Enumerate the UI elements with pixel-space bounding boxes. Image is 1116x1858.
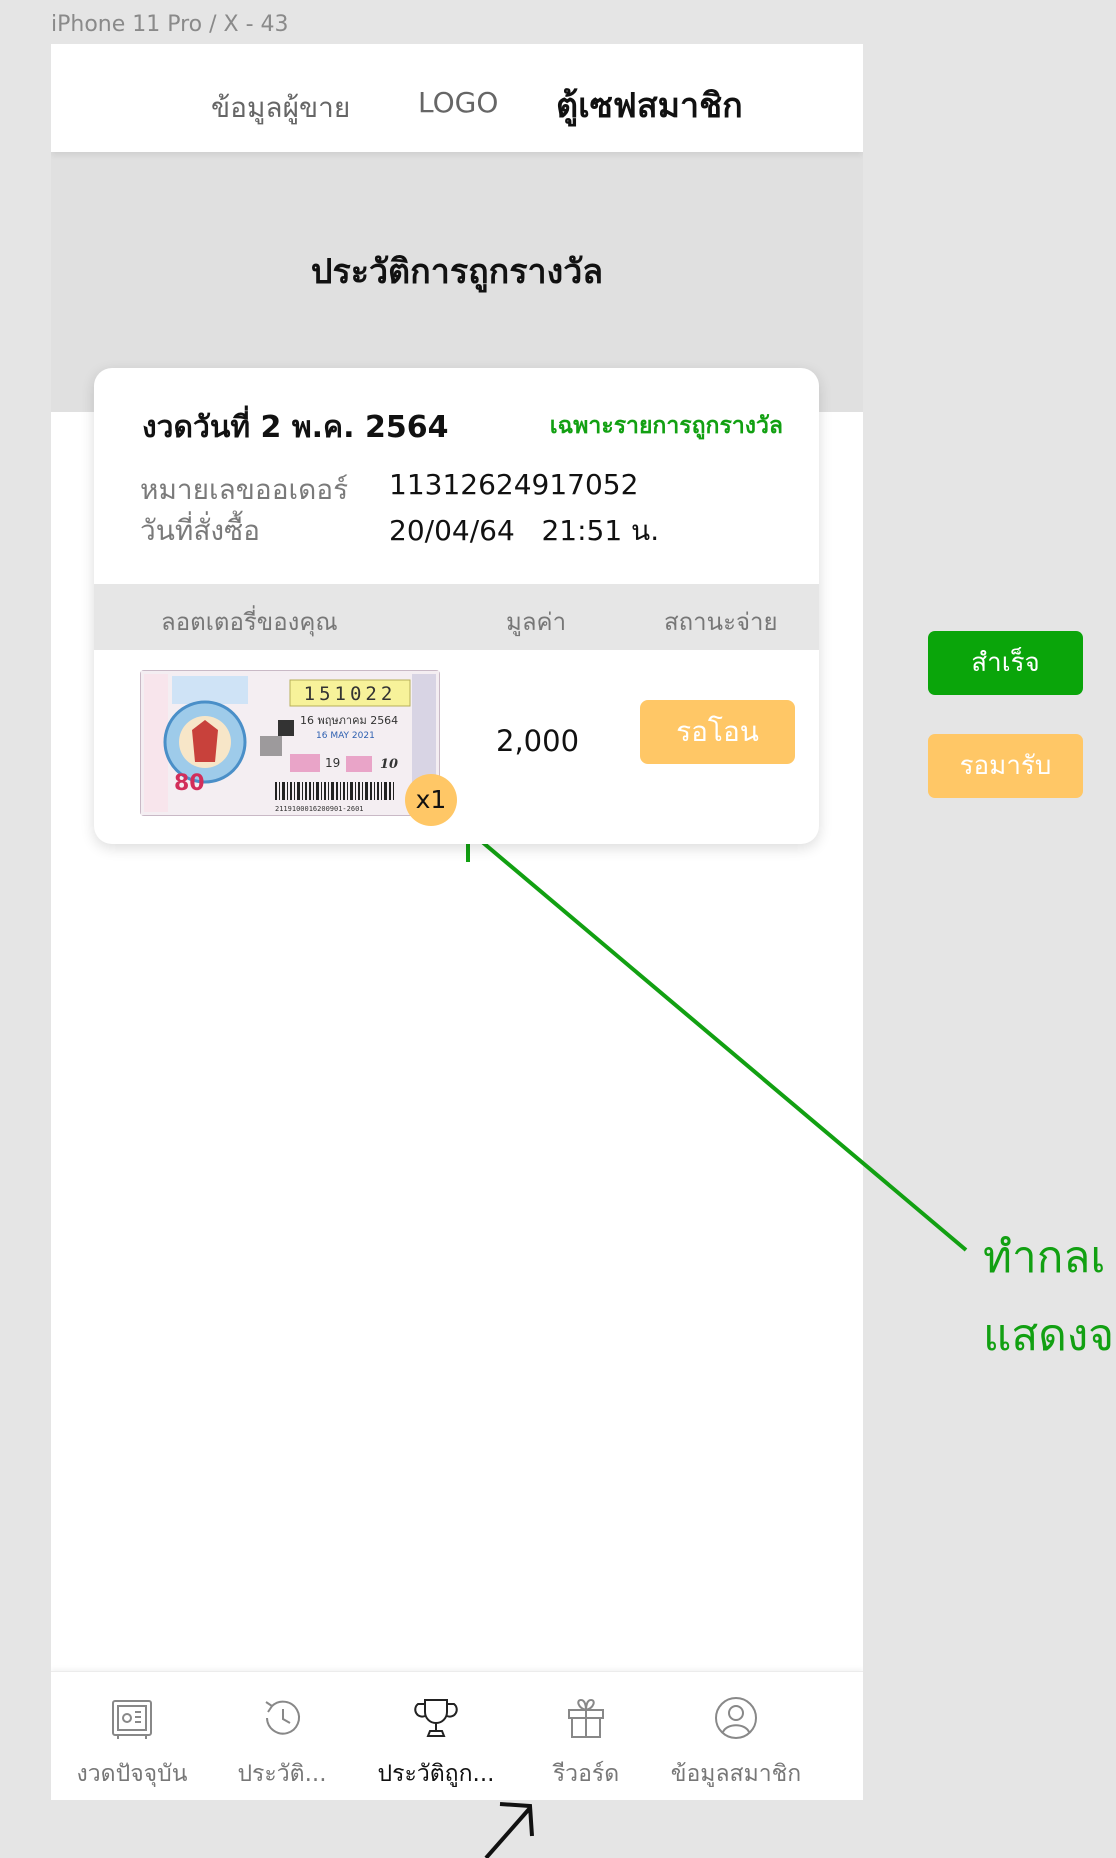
- legend-pending-button[interactable]: รอมารับ: [928, 734, 1083, 798]
- ticket-barcode-number: 2119100016200901-2601: [275, 805, 364, 813]
- nav-label: งวดปัจจุบัน: [76, 1761, 188, 1787]
- trophy-icon: [414, 1699, 458, 1737]
- order-number-label: หมายเลขออเดอร์: [140, 473, 349, 506]
- seller-info-link[interactable]: ข้อมูลผู้ขาย: [211, 86, 350, 130]
- col-lottery: ลอตเตอรี่ของคุณ: [161, 608, 338, 636]
- ticket-price: 80: [174, 771, 205, 796]
- phone-screen: ข้อมูลผู้ขาย LOGO ตู้เซฟสมาชิก ประวัติกา…: [51, 44, 863, 1800]
- ticket-set: 10: [380, 757, 398, 772]
- pending-transfer-button[interactable]: รอโอน: [640, 700, 795, 764]
- nav-member-info[interactable]: ข้อมูลสมาชิก: [661, 1672, 811, 1800]
- order-date-value: 20/04/64 21:51 น.: [389, 509, 659, 553]
- lottery-ticket-image[interactable]: 151022 16 พฤษภาคม 2564 16 MAY 2021 19 10…: [140, 670, 440, 816]
- draw-round-title: งวดวันที่ 2 พ.ค. 2564: [142, 410, 449, 445]
- order-date: 20/04/64: [389, 514, 515, 547]
- annotation-note-line1: ทำกลเ: [983, 1232, 1106, 1283]
- frame-label: iPhone 11 Pro / X - 43: [51, 12, 289, 37]
- history-icon: [265, 1700, 300, 1735]
- user-icon: [715, 1697, 757, 1739]
- page-title: ประวัติการถูกรางวัล: [310, 252, 604, 292]
- nav-rewards[interactable]: รีวอร์ด: [511, 1672, 661, 1800]
- bottom-nav: งวดปัจจุบัน ประวัติ... ประวัติถูก... รีว…: [51, 1671, 863, 1800]
- nav-label: ข้อมูลสมาชิก: [670, 1761, 802, 1787]
- ticket-number: 151022: [304, 683, 397, 705]
- safe-icon: [112, 1700, 152, 1739]
- prize-history-card: งวดวันที่ 2 พ.ค. 2564 เฉพาะรายการถูกรางว…: [94, 368, 819, 844]
- top-bar: ข้อมูลผู้ขาย LOGO ตู้เซฟสมาชิก: [51, 44, 863, 152]
- logo[interactable]: LOGO: [418, 86, 498, 119]
- ticket-round: 19: [325, 756, 340, 770]
- order-date-label: วันที่สั่งซื้อ: [140, 514, 260, 547]
- nav-history[interactable]: ประวัติ...: [207, 1672, 357, 1800]
- nav-label: รีวอร์ด: [552, 1761, 620, 1787]
- quantity-badge: x1: [405, 774, 457, 826]
- col-pay-status: สถานะจ่าย: [664, 608, 778, 636]
- gift-icon: [568, 1698, 604, 1738]
- legend-success-button[interactable]: สำเร็จ: [928, 631, 1083, 695]
- table-header: ลอตเตอรี่ของคุณ มูลค่า สถานะจ่าย: [94, 584, 819, 650]
- nav-label: ประวัติ...: [237, 1761, 327, 1787]
- annotation-note-line2: แสดงจ: [983, 1310, 1115, 1361]
- nav-current-draw[interactable]: งวดปัจจุบัน: [57, 1672, 207, 1800]
- nav-prize-history[interactable]: ประวัติถูก...: [361, 1672, 511, 1800]
- member-safe-title: ตู้เซฟสมาชิก: [556, 86, 743, 126]
- order-number-value: 11312624917052: [389, 468, 639, 501]
- order-time: 21:51 น.: [541, 514, 660, 547]
- col-value: มูลค่า: [506, 608, 567, 636]
- winning-only-filter[interactable]: เฉพาะรายการถูกรางวัล: [550, 408, 783, 444]
- prize-amount: 2,000: [496, 724, 580, 758]
- ticket-draw-date-en: 16 MAY 2021: [316, 731, 375, 741]
- ticket-draw-date-th: 16 พฤษภาคม 2564: [300, 714, 398, 727]
- nav-label: ประวัติถูก...: [377, 1761, 495, 1787]
